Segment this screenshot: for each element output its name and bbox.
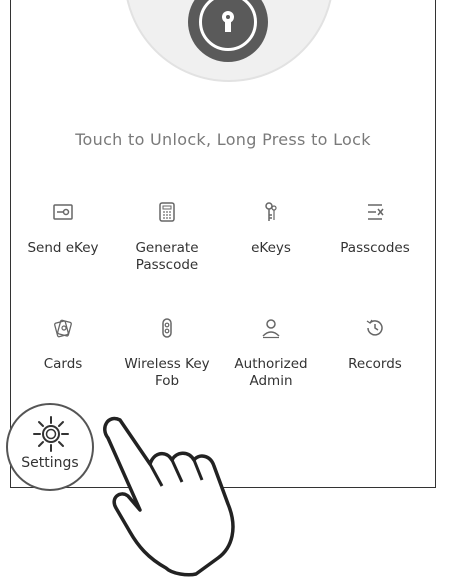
generate-passcode-icon: [159, 202, 175, 222]
send-ekey-icon: [53, 204, 73, 220]
ekeys-label: eKeys: [251, 240, 291, 256]
wireless-key-fob-label: Wireless Key Fob: [124, 356, 210, 389]
ekeys-icon: [265, 202, 277, 221]
lock-hint-text: Touch to Unlock, Long Press to Lock: [75, 130, 371, 149]
passcodes-label: Passcodes: [340, 240, 410, 256]
keyhole-icon: [199, 0, 257, 51]
pointing-hand-icon: [103, 416, 235, 577]
settings-button[interactable]: Settings: [6, 403, 94, 491]
authorized-admin-label: Authorized Admin: [234, 356, 308, 389]
wireless-key-fob-button[interactable]: Wireless Key Fob: [115, 316, 219, 390]
passcodes-icon: [368, 204, 384, 220]
cards-icon: [54, 319, 72, 338]
send-ekey-button[interactable]: Send eKey: [11, 200, 115, 257]
ekeys-button[interactable]: eKeys: [219, 200, 323, 257]
cards-button[interactable]: Cards: [11, 316, 115, 373]
authorized-admin-button[interactable]: Authorized Admin: [219, 316, 323, 390]
authorized-admin-icon: [262, 319, 280, 339]
gear-icon: [33, 416, 69, 452]
cards-label: Cards: [43, 356, 83, 372]
generate-passcode-button[interactable]: Generate Passcode: [115, 200, 219, 274]
passcodes-button[interactable]: Passcodes: [323, 200, 427, 257]
send-ekey-label: Send eKey: [27, 240, 99, 256]
records-label: Records: [348, 356, 402, 372]
generate-passcode-label: Generate Passcode: [135, 240, 199, 273]
records-button[interactable]: Records: [323, 316, 427, 373]
records-icon: [366, 319, 383, 336]
settings-label: Settings: [21, 455, 79, 471]
key-fob-icon: [162, 318, 172, 338]
